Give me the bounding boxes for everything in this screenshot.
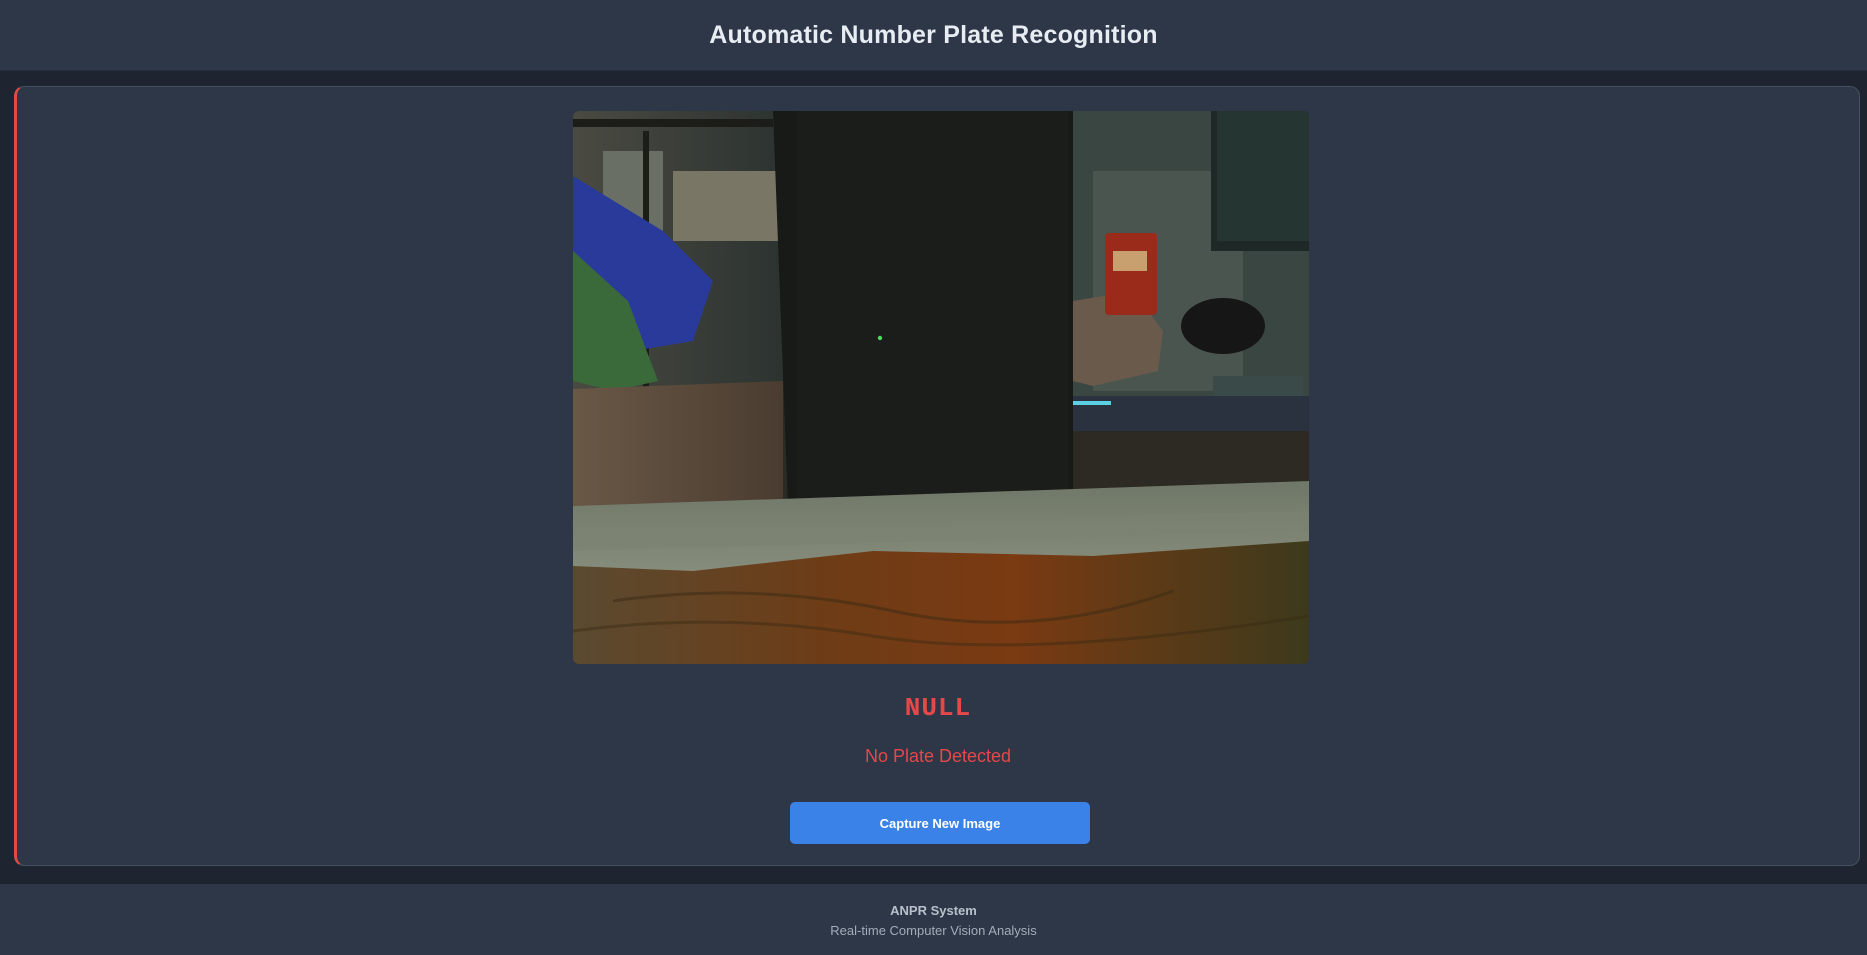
page-title: Automatic Number Plate Recognition bbox=[709, 20, 1158, 49]
footer-title: ANPR System bbox=[890, 903, 977, 918]
result-card: NULL No Plate Detected Capture New Image bbox=[14, 86, 1860, 866]
capture-new-image-button[interactable]: Capture New Image bbox=[790, 802, 1090, 844]
camera-feed-image bbox=[573, 111, 1309, 664]
detection-status-text: No Plate Detected bbox=[864, 746, 1012, 766]
app-header: Automatic Number Plate Recognition bbox=[0, 0, 1867, 71]
plate-number-text: NULL bbox=[904, 693, 972, 723]
footer-subtitle: Real-time Computer Vision Analysis bbox=[830, 923, 1037, 938]
app-footer: ANPR System Real-time Computer Vision An… bbox=[0, 884, 1867, 955]
